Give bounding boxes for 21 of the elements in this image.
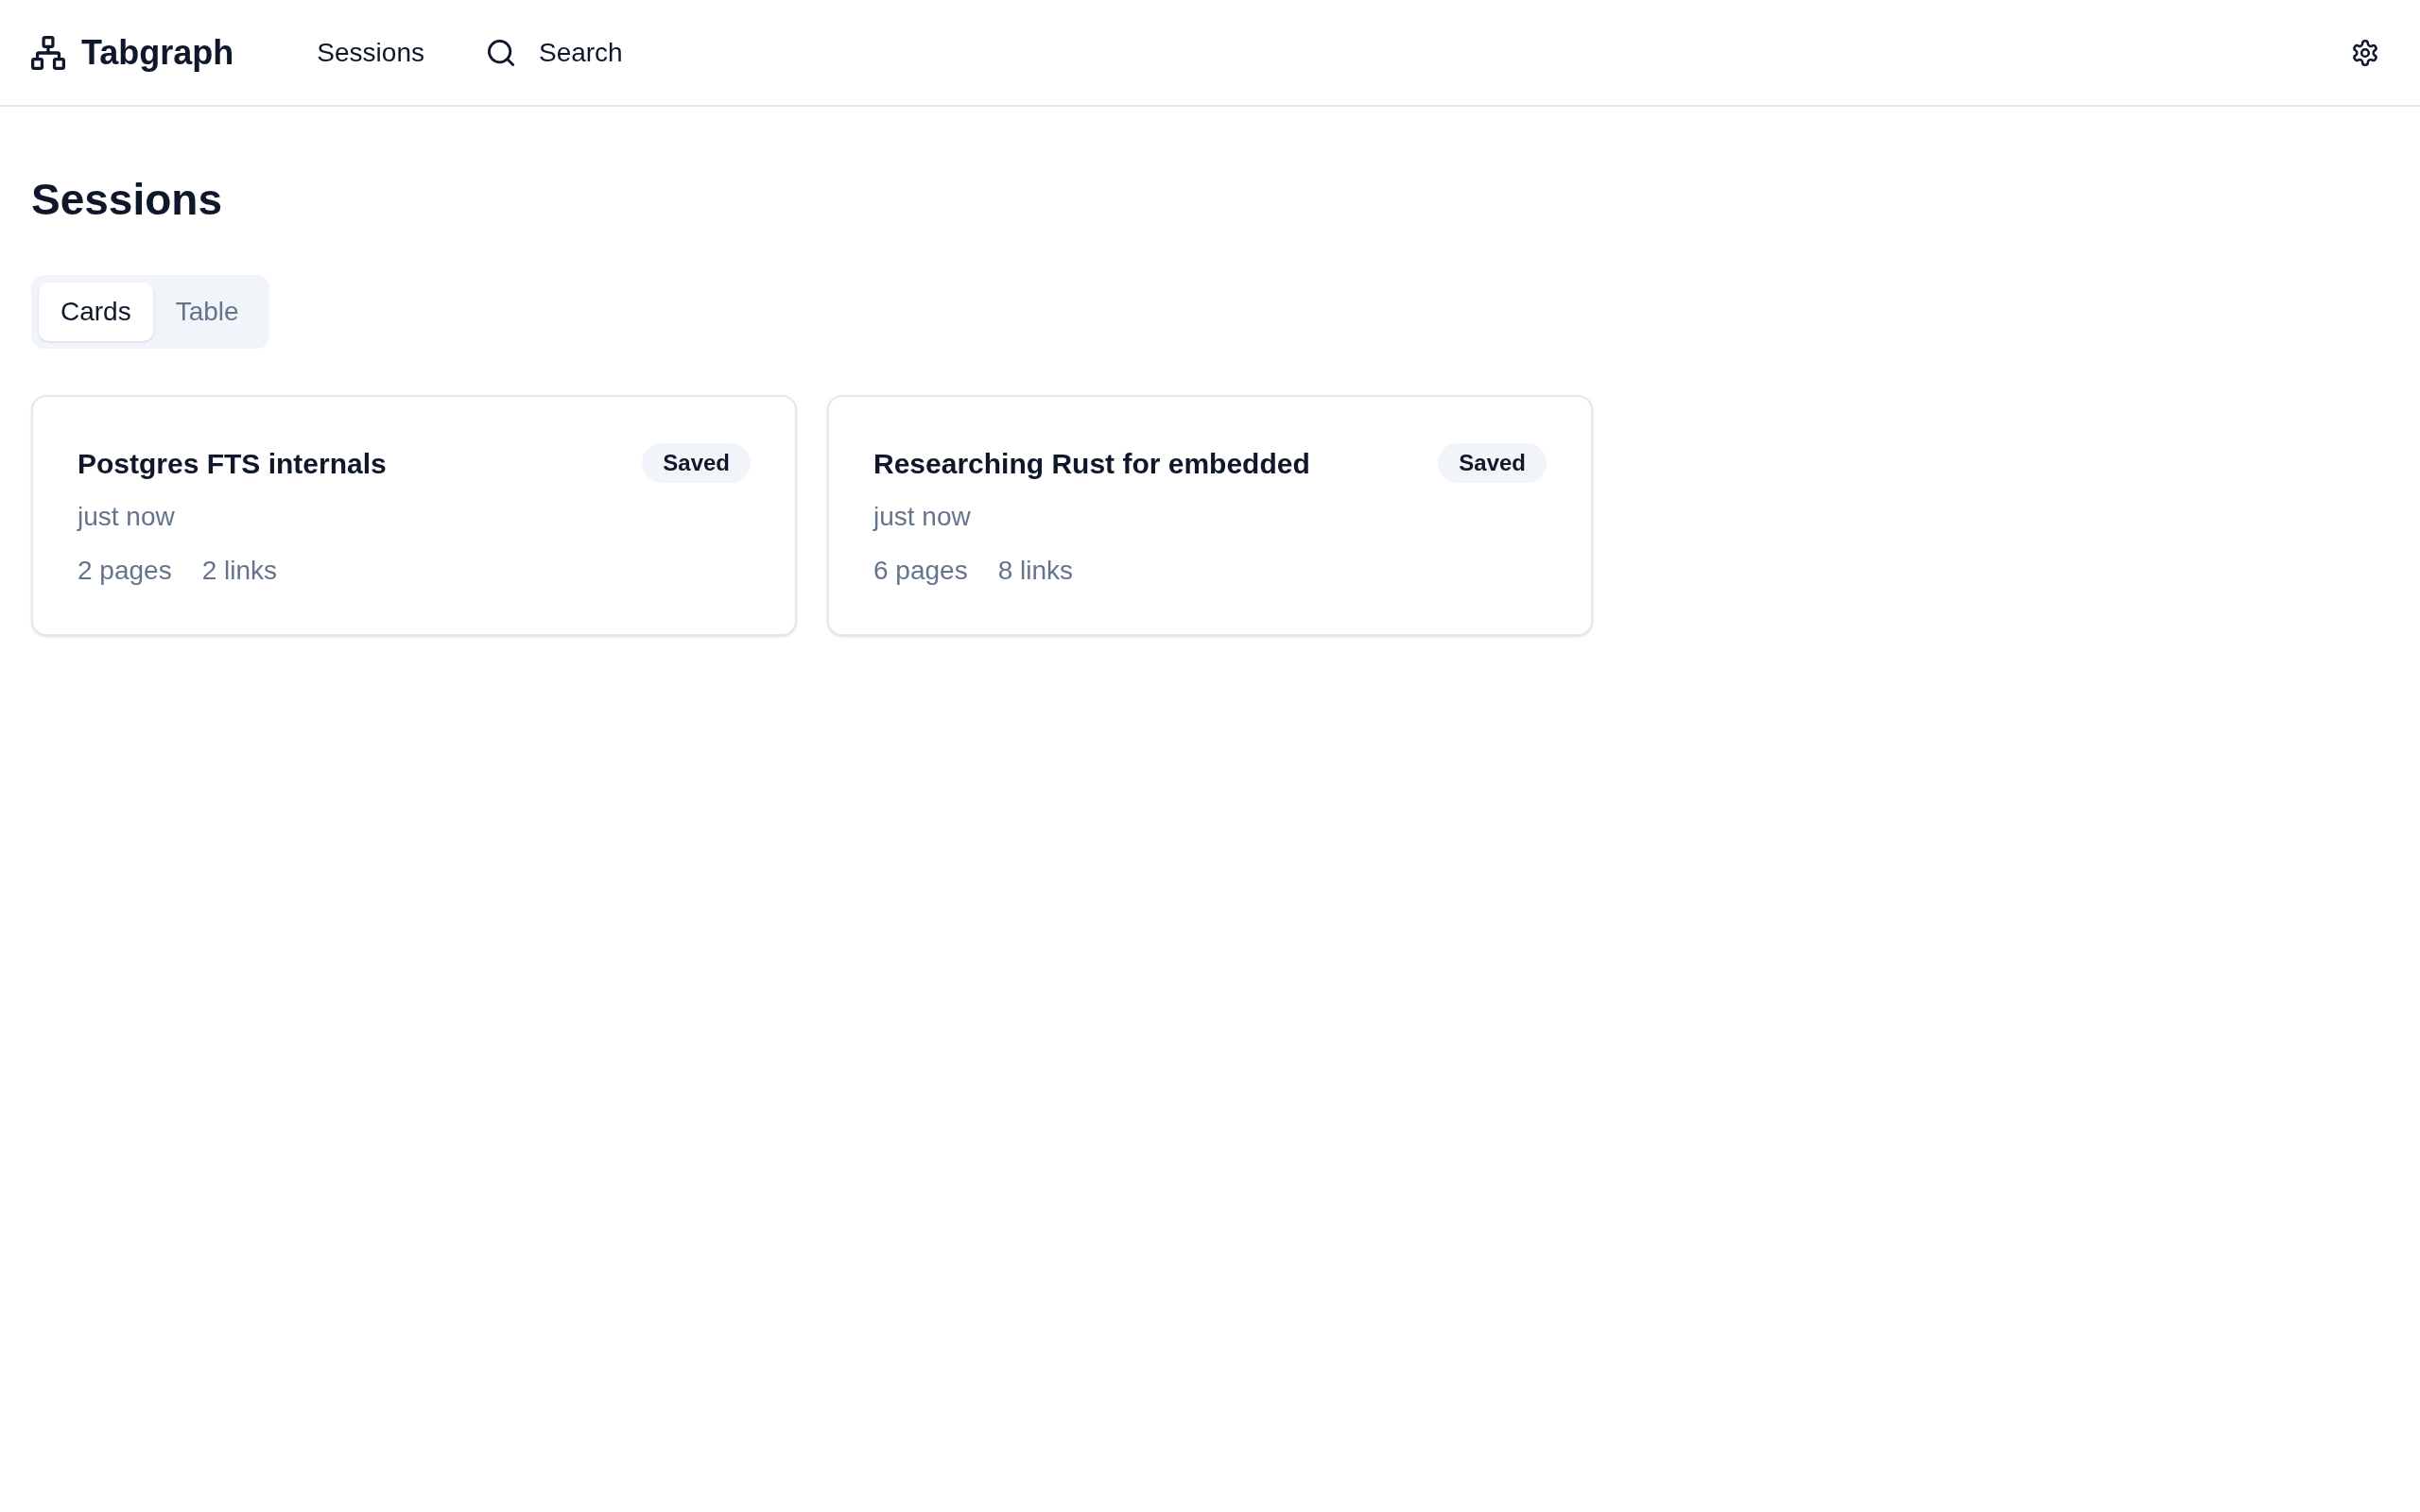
hierarchy-icon	[31, 35, 65, 70]
search-icon	[487, 39, 514, 66]
session-time: just now	[78, 501, 175, 533]
link-count: 8 links	[997, 555, 1073, 587]
session-card[interactable]: Researching Rust for embedded Saved just now 6 pages 8 links	[827, 395, 1593, 636]
link-count: 2 links	[201, 555, 277, 587]
search-link[interactable]: Search	[487, 32, 623, 73]
page-count: 2 pages	[78, 555, 172, 587]
page-count: 6 pages	[873, 555, 968, 587]
session-title: Postgres FTS internals	[78, 446, 387, 481]
view-tab[interactable]: Table	[152, 283, 262, 341]
settings-icon	[2352, 39, 2378, 66]
status-badge: Saved	[642, 443, 751, 483]
session-time: just now	[873, 501, 971, 533]
page-title: Sessions	[31, 174, 222, 226]
status-badge: Saved	[1438, 443, 1547, 483]
session-title: Researching Rust for embedded	[873, 446, 1310, 481]
session-card[interactable]: Postgres FTS internals Saved just now 2 pages 2 links	[31, 395, 797, 636]
nav-link[interactable]: Sessions	[317, 32, 424, 73]
brand-link[interactable]: Tabgraph	[31, 26, 234, 78]
view-tab[interactable]: Cards	[39, 283, 153, 341]
